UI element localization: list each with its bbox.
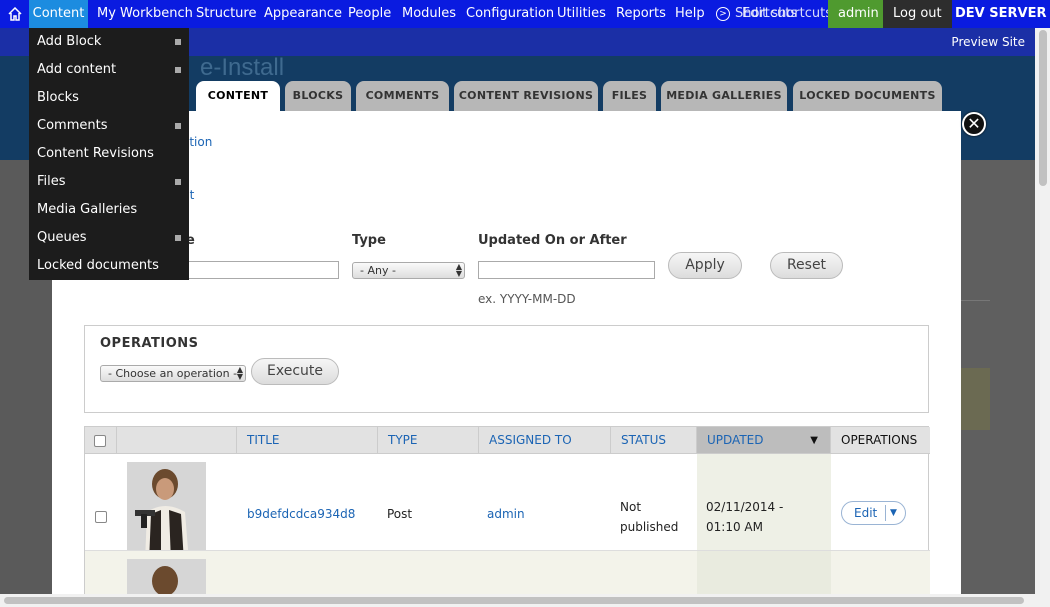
chevron-right-icon: > (716, 6, 730, 21)
column-header-status[interactable]: STATUS (611, 427, 697, 454)
submenu-indicator-icon (175, 39, 181, 45)
menu-item-label: Media Galleries (37, 202, 138, 217)
toolbar-user-link[interactable]: admin (828, 0, 889, 28)
tab-locked-documents[interactable]: LOCKED DOCUMENTS (793, 81, 942, 111)
operations-fieldset: OPERATIONS - Choose an operation - ▲ ▼ Ex… (84, 325, 929, 413)
operation-select[interactable]: - Choose an operation - ▲ ▼ (100, 365, 246, 382)
menu-item-content-revisions[interactable]: Content Revisions (29, 140, 189, 168)
type-filter-value: - Any - (360, 264, 396, 277)
thumbnail-header (117, 427, 237, 454)
column-header-updated[interactable]: UPDATED ▼ (697, 427, 831, 454)
submenu-indicator-icon (175, 67, 181, 73)
select-all-checkbox[interactable] (94, 435, 106, 447)
menu-item-label: Files (37, 174, 66, 189)
vertical-scrollbar-thumb[interactable] (1039, 30, 1047, 186)
reset-button[interactable]: Reset (770, 252, 843, 279)
type-filter-label: Type (352, 233, 386, 248)
toolbar-item-reports[interactable]: Reports (616, 0, 666, 28)
menu-item-label: Queues (37, 230, 87, 245)
submenu-indicator-icon (175, 123, 181, 129)
toolbar-item-structure[interactable]: Structure (196, 0, 256, 28)
row-status: Not published (620, 500, 679, 534)
updated-filter-hint: ex. YYYY-MM-DD (478, 292, 576, 306)
submenu-indicator-icon (175, 235, 181, 241)
admin-toolbar: Content My Workbench Structure Appearanc… (0, 0, 1050, 28)
menu-item-blocks[interactable]: Blocks (29, 84, 189, 112)
content-thumbnail[interactable] (127, 462, 206, 562)
menu-item-label: Add content (37, 62, 117, 77)
column-header-assigned-to[interactable]: ASSIGNED TO (479, 427, 611, 454)
menu-item-add-content[interactable]: Add content (29, 56, 189, 84)
row-checkbox[interactable] (95, 511, 107, 523)
toolbar-item-help[interactable]: Help (675, 0, 705, 28)
updated-filter-input[interactable] (478, 261, 655, 279)
toolbar-item-content[interactable]: Content (29, 0, 88, 28)
toolbar-item-appearance[interactable]: Appearance (264, 0, 342, 28)
content-flyout-menu: Add Block Add content Blocks Comments Co… (29, 28, 189, 280)
operation-select-value: - Choose an operation - (108, 367, 238, 380)
row-edit-button[interactable]: Edit (854, 502, 877, 524)
row-title-link[interactable]: b9defdcdca934d8 (247, 507, 355, 521)
horizontal-scrollbar[interactable] (0, 594, 1035, 607)
background-panel (960, 368, 990, 430)
column-header-operations: OPERATIONS (831, 427, 930, 454)
content-table: TITLE TYPE ASSIGNED TO STATUS UPDATED ▼ … (84, 426, 930, 607)
row-assigned-to-link[interactable]: admin (487, 507, 525, 521)
row-type: Post (387, 507, 413, 521)
menu-item-add-block[interactable]: Add Block (29, 28, 189, 56)
home-icon[interactable] (0, 0, 29, 28)
submenu-indicator-icon (175, 179, 181, 185)
background-divider (960, 300, 990, 301)
menu-item-label: Blocks (37, 90, 79, 105)
menu-item-files[interactable]: Files (29, 168, 189, 196)
person-thumbnail-image (127, 462, 206, 562)
home-icon-svg (7, 6, 22, 21)
column-header-title[interactable]: TITLE (237, 427, 378, 454)
select-all-header (85, 427, 117, 454)
menu-item-label: Add Block (37, 34, 102, 49)
preview-site-link[interactable]: Preview Site (951, 28, 1025, 56)
server-badge: DEV SERVER (955, 6, 1047, 21)
toolbar-item-configuration[interactable]: Configuration (466, 0, 554, 28)
select-arrows-icon: ▲ ▼ (236, 365, 243, 381)
select-arrows-icon: ▲ ▼ (455, 262, 462, 278)
tab-files[interactable]: FILES (603, 81, 656, 111)
shortcuts-toggle-icon[interactable]: > (716, 0, 730, 28)
menu-item-locked-documents[interactable]: Locked documents (29, 252, 189, 280)
operations-title: OPERATIONS (100, 336, 199, 351)
tab-content-revisions[interactable]: CONTENT REVISIONS (454, 81, 598, 111)
column-header-updated-label: UPDATED (707, 433, 764, 447)
menu-item-media-galleries[interactable]: Media Galleries (29, 196, 189, 224)
row-edit-dropbutton[interactable]: Edit ▼ (841, 501, 906, 525)
menu-item-label: Comments (37, 118, 108, 133)
column-header-type[interactable]: TYPE (378, 427, 479, 454)
background-page-title: e-Install (200, 54, 285, 81)
execute-button[interactable]: Execute (251, 358, 339, 385)
row-updated: 02/11/2014 - 01:10 AM (706, 500, 784, 534)
apply-button[interactable]: Apply (668, 252, 742, 279)
close-icon[interactable]: ✕ (962, 112, 986, 136)
vertical-scrollbar[interactable] (1035, 28, 1050, 607)
toolbar-logout-link[interactable]: Log out (883, 0, 952, 28)
toolbar-item-people[interactable]: People (348, 0, 391, 28)
tab-media-galleries[interactable]: MEDIA GALLERIES (661, 81, 787, 111)
menu-item-label: Locked documents (37, 258, 159, 273)
menu-item-comments[interactable]: Comments (29, 112, 189, 140)
toolbar-item-my-workbench[interactable]: My Workbench (97, 0, 193, 28)
horizontal-scrollbar-thumb[interactable] (4, 597, 1024, 604)
chevron-down-icon[interactable]: ▼ (890, 502, 897, 524)
type-filter-select[interactable]: - Any - ▲ ▼ (352, 262, 465, 279)
tab-comments[interactable]: COMMENTS (356, 81, 449, 111)
updated-filter-label: Updated On or After (478, 233, 627, 248)
toolbar-item-modules[interactable]: Modules (402, 0, 456, 28)
toolbar-item-utilities[interactable]: Utilities (557, 0, 606, 28)
menu-item-label: Content Revisions (37, 146, 154, 161)
sort-descending-icon: ▼ (810, 435, 818, 446)
tab-blocks[interactable]: BLOCKS (285, 81, 351, 111)
tab-content[interactable]: CONTENT (196, 81, 280, 112)
dropbutton-divider (885, 505, 886, 521)
toolbar-edit-shortcuts-link[interactable]: Edit shortcuts (742, 0, 832, 28)
menu-item-queues[interactable]: Queues (29, 224, 189, 252)
